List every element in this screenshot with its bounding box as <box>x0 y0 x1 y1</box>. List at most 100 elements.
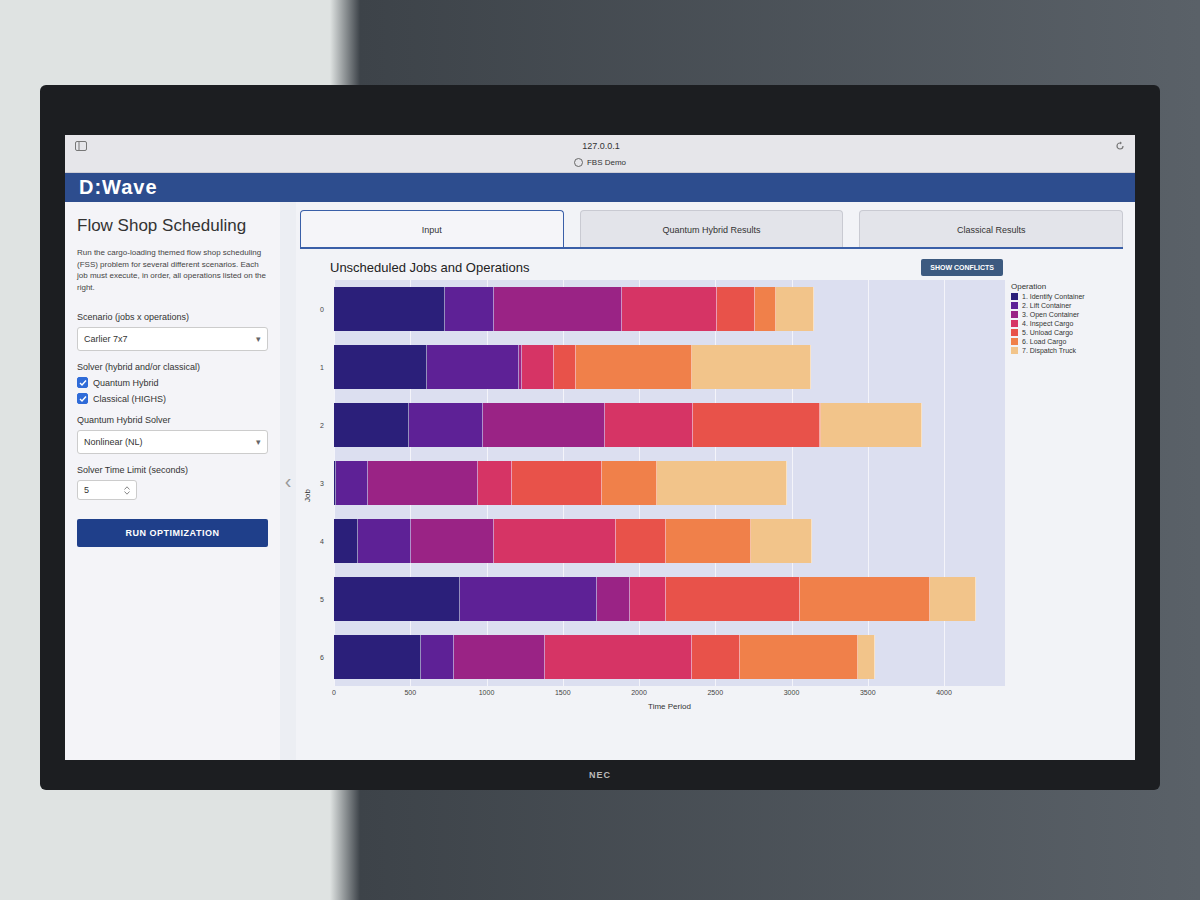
screen: 127.0.0.1 FBS Demo D:Wave Flow Shop Schedul… <box>65 135 1135 760</box>
sidebar: Flow Shop Scheduling Run the cargo-loadin… <box>65 202 280 760</box>
legend-item[interactable]: 1. Identify Container <box>1011 293 1123 300</box>
legend-item[interactable]: 5. Unload Cargo <box>1011 329 1123 336</box>
operation-bar[interactable] <box>693 403 820 447</box>
operation-bar[interactable] <box>545 635 692 679</box>
browser-tab[interactable]: FBS Demo <box>574 158 626 167</box>
operation-bar[interactable] <box>616 519 666 563</box>
operation-bar[interactable] <box>597 577 630 621</box>
job-row <box>334 396 1005 454</box>
scenario-select[interactable]: Carlier 7x7▾ <box>77 327 268 351</box>
address-bar[interactable]: 127.0.0.1 <box>582 141 620 151</box>
job-row <box>334 280 1005 338</box>
operation-bar[interactable] <box>478 461 512 505</box>
operation-bar[interactable] <box>494 287 622 331</box>
operation-bar[interactable] <box>427 345 519 389</box>
monitor-brand: NEC <box>65 760 1135 780</box>
operation-bar[interactable] <box>622 287 717 331</box>
operation-bar[interactable] <box>334 577 460 621</box>
operation-bar[interactable] <box>666 519 751 563</box>
legend-item[interactable]: 2. Lift Container <box>1011 302 1123 309</box>
operation-bar[interactable] <box>666 577 800 621</box>
operation-bar[interactable] <box>692 635 739 679</box>
operation-bar[interactable] <box>740 635 858 679</box>
operation-bar[interactable] <box>358 519 411 563</box>
x-tick: 0 <box>332 689 336 696</box>
run-optimization-button[interactable]: RUN OPTIMIZATION <box>77 519 268 547</box>
y-tick: 3 <box>320 454 334 512</box>
collapse-handle[interactable]: ‹ <box>280 202 296 760</box>
operation-bar[interactable] <box>334 519 358 563</box>
page-icon <box>574 158 583 167</box>
x-tick: 2500 <box>707 689 723 696</box>
description: Run the cargo-loading themed flow shop s… <box>77 247 268 293</box>
operation-bar[interactable] <box>460 577 597 621</box>
operation-bar[interactable] <box>411 519 494 563</box>
solver-checkbox[interactable]: Quantum Hybrid <box>77 377 268 388</box>
legend-item[interactable]: 3. Open Container <box>1011 311 1123 318</box>
operation-bar[interactable] <box>858 635 876 679</box>
operation-bar[interactable] <box>717 287 755 331</box>
time-limit-input[interactable]: 5 <box>77 480 137 500</box>
operation-bar[interactable] <box>421 635 454 679</box>
operation-bar[interactable] <box>576 345 692 389</box>
operation-bar[interactable] <box>692 345 811 389</box>
operation-bar[interactable] <box>454 635 546 679</box>
x-tick: 3500 <box>860 689 876 696</box>
gridline <box>868 280 869 686</box>
operation-bar[interactable] <box>821 403 922 447</box>
job-row <box>334 570 1005 628</box>
solver-checkbox[interactable]: Classical (HIGHS) <box>77 393 268 404</box>
job-row <box>334 628 1005 686</box>
y-axis-title: Job <box>300 280 314 711</box>
operation-bar[interactable] <box>409 403 484 447</box>
y-tick: 2 <box>320 396 334 454</box>
gantt-chart: Job0123456050010001500200025003000350040… <box>300 280 1123 711</box>
tab[interactable]: Classical Results <box>859 210 1123 247</box>
x-tick: 1500 <box>555 689 571 696</box>
sidebar-toggle-icon[interactable] <box>75 141 87 151</box>
operation-bar[interactable] <box>512 461 603 505</box>
operation-bar[interactable] <box>755 287 776 331</box>
tab[interactable]: Quantum Hybrid Results <box>580 210 844 247</box>
field-label: Quantum Hybrid Solver <box>77 415 268 425</box>
operation-bar[interactable] <box>554 345 575 389</box>
job-row <box>334 338 1005 396</box>
sidebar-title: Flow Shop Scheduling <box>77 216 268 236</box>
show-conflicts-button[interactable]: SHOW CONFLICTS <box>921 259 1003 276</box>
field-label: Solver (hybrid and/or classical) <box>77 362 268 372</box>
legend-item[interactable]: 4. Inspect Cargo <box>1011 320 1123 327</box>
checkbox[interactable] <box>77 377 88 388</box>
operation-bar[interactable] <box>751 519 812 563</box>
spinner-icon[interactable] <box>124 486 130 495</box>
operation-bar[interactable] <box>776 287 814 331</box>
checkbox[interactable] <box>77 393 88 404</box>
operation-bar[interactable] <box>522 345 555 389</box>
x-tick: 2000 <box>631 689 647 696</box>
tab[interactable]: Input <box>300 210 564 247</box>
y-tick: 6 <box>320 628 334 686</box>
operation-bar[interactable] <box>930 577 976 621</box>
operation-bar[interactable] <box>605 403 693 447</box>
field-label: Scenario (jobs x operations) <box>77 312 268 322</box>
app-header: D:Wave <box>65 173 1135 202</box>
reload-icon[interactable] <box>1115 141 1125 151</box>
legend-item[interactable]: 6. Load Cargo <box>1011 338 1123 345</box>
operation-bar[interactable] <box>800 577 930 621</box>
main-panel: Input Quantum Hybrid Results Classical Res… <box>296 202 1135 760</box>
operation-bar[interactable] <box>334 635 421 679</box>
logo[interactable]: D:Wave <box>79 176 158 199</box>
legend-item[interactable]: 7. Dispatch Truck <box>1011 347 1123 354</box>
operation-bar[interactable] <box>334 403 409 447</box>
operation-bar[interactable] <box>334 345 427 389</box>
hybrid-solver-select[interactable]: Nonlinear (NL)▾ <box>77 430 268 454</box>
operation-bar[interactable] <box>494 519 616 563</box>
operation-bar[interactable] <box>483 403 605 447</box>
operation-bar[interactable] <box>630 577 666 621</box>
operation-bar[interactable] <box>368 461 478 505</box>
operation-bar[interactable] <box>602 461 657 505</box>
x-axis-title: Time Period <box>334 700 1005 711</box>
operation-bar[interactable] <box>445 287 494 331</box>
operation-bar[interactable] <box>657 461 787 505</box>
operation-bar[interactable] <box>334 287 445 331</box>
operation-bar[interactable] <box>336 461 368 505</box>
